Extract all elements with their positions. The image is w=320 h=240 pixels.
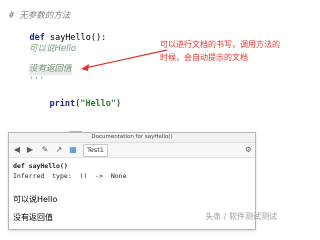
popup-title: Documentation for sayHello() bbox=[9, 133, 255, 143]
print-close-paren: ) bbox=[116, 99, 122, 109]
doc-description-line-2: 没有返回值 bbox=[13, 213, 53, 222]
arrow-left-icon[interactable]: ◀ bbox=[12, 145, 22, 155]
docstring-line-2: 没有返回值 bbox=[29, 64, 72, 75]
file-label[interactable]: Test1 bbox=[83, 144, 108, 157]
doc-signature: def sayHello() bbox=[13, 162, 68, 170]
docstring-open: ''' bbox=[29, 33, 45, 43]
annotation-text: 可以进行文档的书写，调用方法的时候，会自动提示的文档 bbox=[160, 40, 280, 62]
function-signature: sayHello(): bbox=[44, 33, 107, 43]
doc-inferred-type: Inferred type: () -> None bbox=[13, 172, 127, 180]
edit-source-icon[interactable]: ✎ bbox=[40, 145, 50, 155]
popup-toolbar: ◀ ▶ ✎ ↗ ▦ Test1 ⚙ bbox=[9, 143, 255, 158]
code-comment: # 无参数的方法 bbox=[9, 11, 71, 21]
watermark: 头条 / 软件测试测试 bbox=[205, 212, 277, 221]
docstring-line-1: 可以说Hello bbox=[29, 44, 77, 54]
python-file-icon: ▦ bbox=[69, 145, 77, 154]
arrow-right-icon[interactable]: ▶ bbox=[25, 145, 35, 155]
print-argument: "Hello" bbox=[80, 99, 117, 109]
print-statement: print("Hello") bbox=[29, 88, 121, 121]
docstring-close: ''' bbox=[29, 76, 45, 86]
gear-icon[interactable]: ⚙ bbox=[246, 145, 251, 155]
print-keyword: print bbox=[49, 99, 76, 109]
doc-description-line-1: 可以说Hello bbox=[13, 195, 58, 204]
external-doc-icon[interactable]: ↗ bbox=[54, 145, 64, 155]
